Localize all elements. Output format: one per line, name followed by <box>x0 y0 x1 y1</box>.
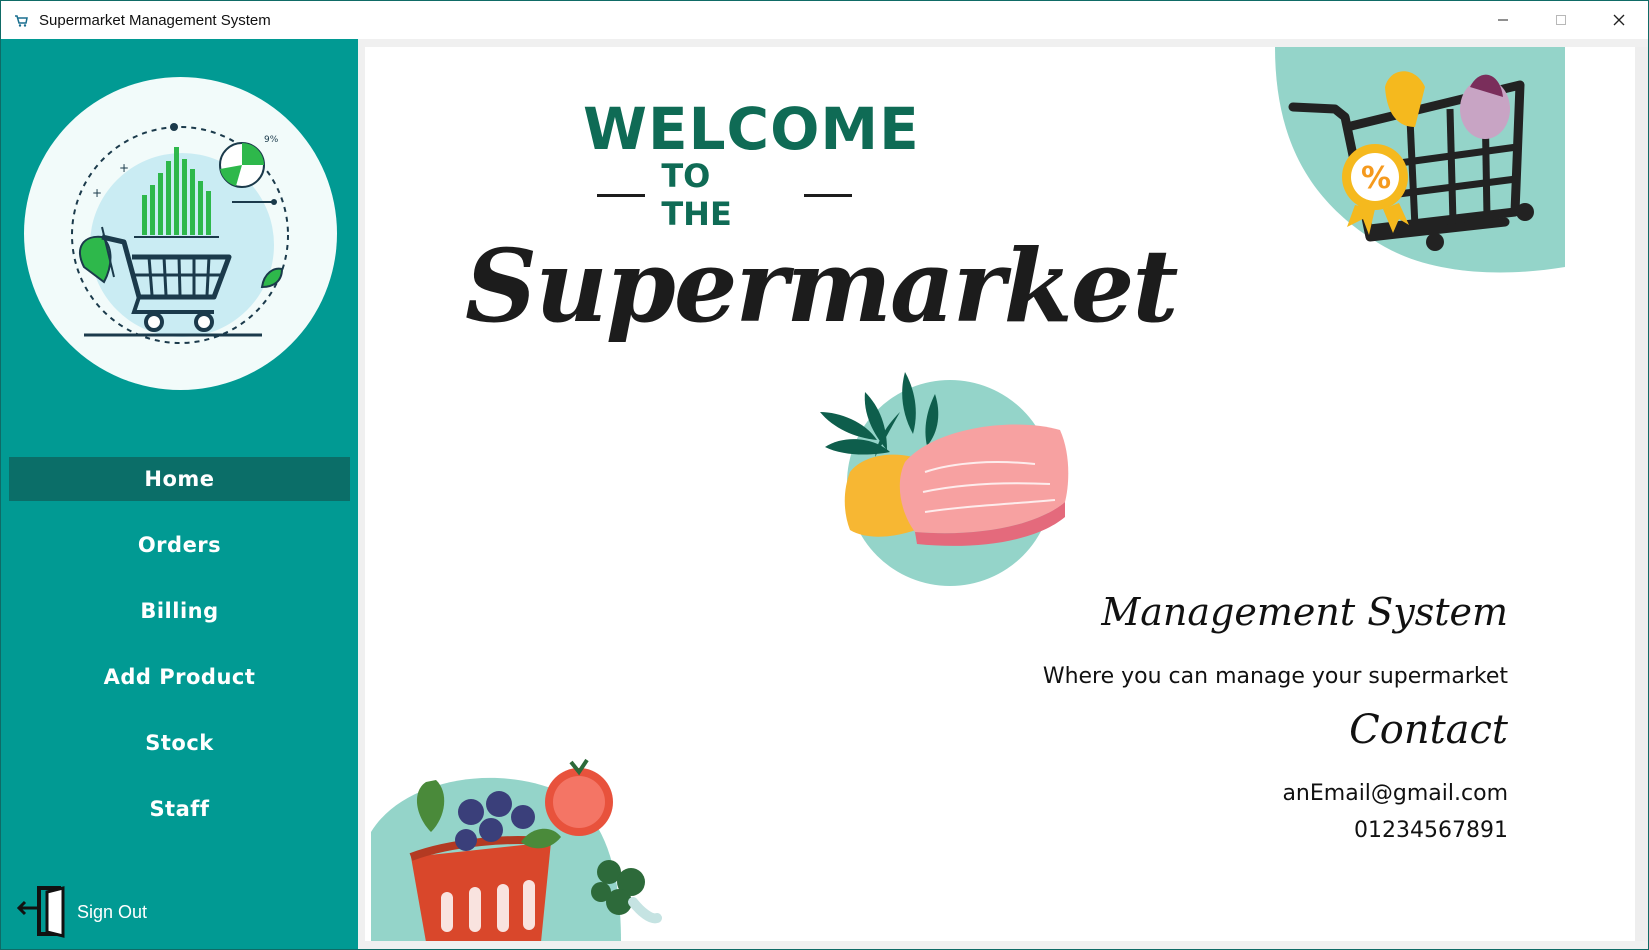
subtitle: Management System <box>1101 590 1508 634</box>
home-content: WELCOME TO THE Supermarket % Management … <box>365 47 1635 941</box>
to-the-text: TO THE <box>661 157 732 233</box>
svg-text:9%: 9% <box>264 135 279 145</box>
shopping-cart-analytics-icon: 9% + + <box>71 123 289 344</box>
nav-stock-label: Stock <box>145 731 214 755</box>
welcome-heading: WELCOME <box>583 95 920 163</box>
svg-text:%: % <box>1361 161 1391 196</box>
salmon-illustration <box>820 372 1069 586</box>
nav-orders[interactable]: Orders <box>9 523 350 567</box>
nav-add-product-label: Add Product <box>103 665 256 689</box>
window-controls <box>1474 1 1648 39</box>
vegetable-basket-illustration <box>371 758 662 941</box>
nav-billing-label: Billing <box>140 599 219 623</box>
window-edge <box>1635 47 1648 941</box>
nav-home[interactable]: Home <box>9 457 350 501</box>
sign-out-button[interactable]: Sign Out <box>17 884 147 940</box>
minimize-button[interactable] <box>1474 1 1532 39</box>
brand-title: Supermarket <box>465 227 1179 345</box>
nav-billing[interactable]: Billing <box>9 589 350 633</box>
minimize-icon <box>1498 19 1508 21</box>
nav-add-product[interactable]: Add Product <box>9 655 350 699</box>
sidebar: 9% + + Home Orders Billing Add Product S… <box>1 39 358 949</box>
window-title: Supermarket Management System <box>39 11 271 29</box>
svg-text:+: + <box>92 186 102 200</box>
nav-staff-label: Staff <box>149 797 210 821</box>
to-the-row: TO THE <box>597 157 852 233</box>
contact-heading: Contact <box>1349 707 1508 753</box>
nav-staff[interactable]: Staff <box>9 787 350 831</box>
app-window: Supermarket Management System 9% + + Hom… <box>0 0 1649 950</box>
nav-stock[interactable]: Stock <box>9 721 350 765</box>
app-icon <box>11 10 31 30</box>
svg-text:+: + <box>119 161 129 175</box>
contact-phone: 01234567891 <box>1354 818 1508 843</box>
nav-orders-label: Orders <box>137 533 222 557</box>
door-exit-icon <box>17 886 65 938</box>
nav-home-label: Home <box>144 467 215 491</box>
close-icon <box>1613 14 1625 26</box>
maximize-icon <box>1556 15 1566 25</box>
tagline: Where you can manage your supermarket <box>1042 664 1508 689</box>
divider <box>597 193 646 197</box>
divider <box>803 193 852 197</box>
contact-email: anEmail@gmail.com <box>1282 781 1508 806</box>
shopping-cart-illustration: % <box>1275 47 1565 273</box>
app-logo: 9% + + <box>24 77 337 390</box>
title-bar: Supermarket Management System <box>1 1 1648 39</box>
maximize-button[interactable] <box>1532 1 1590 39</box>
close-button[interactable] <box>1590 1 1648 39</box>
sign-out-label: Sign Out <box>77 901 148 922</box>
